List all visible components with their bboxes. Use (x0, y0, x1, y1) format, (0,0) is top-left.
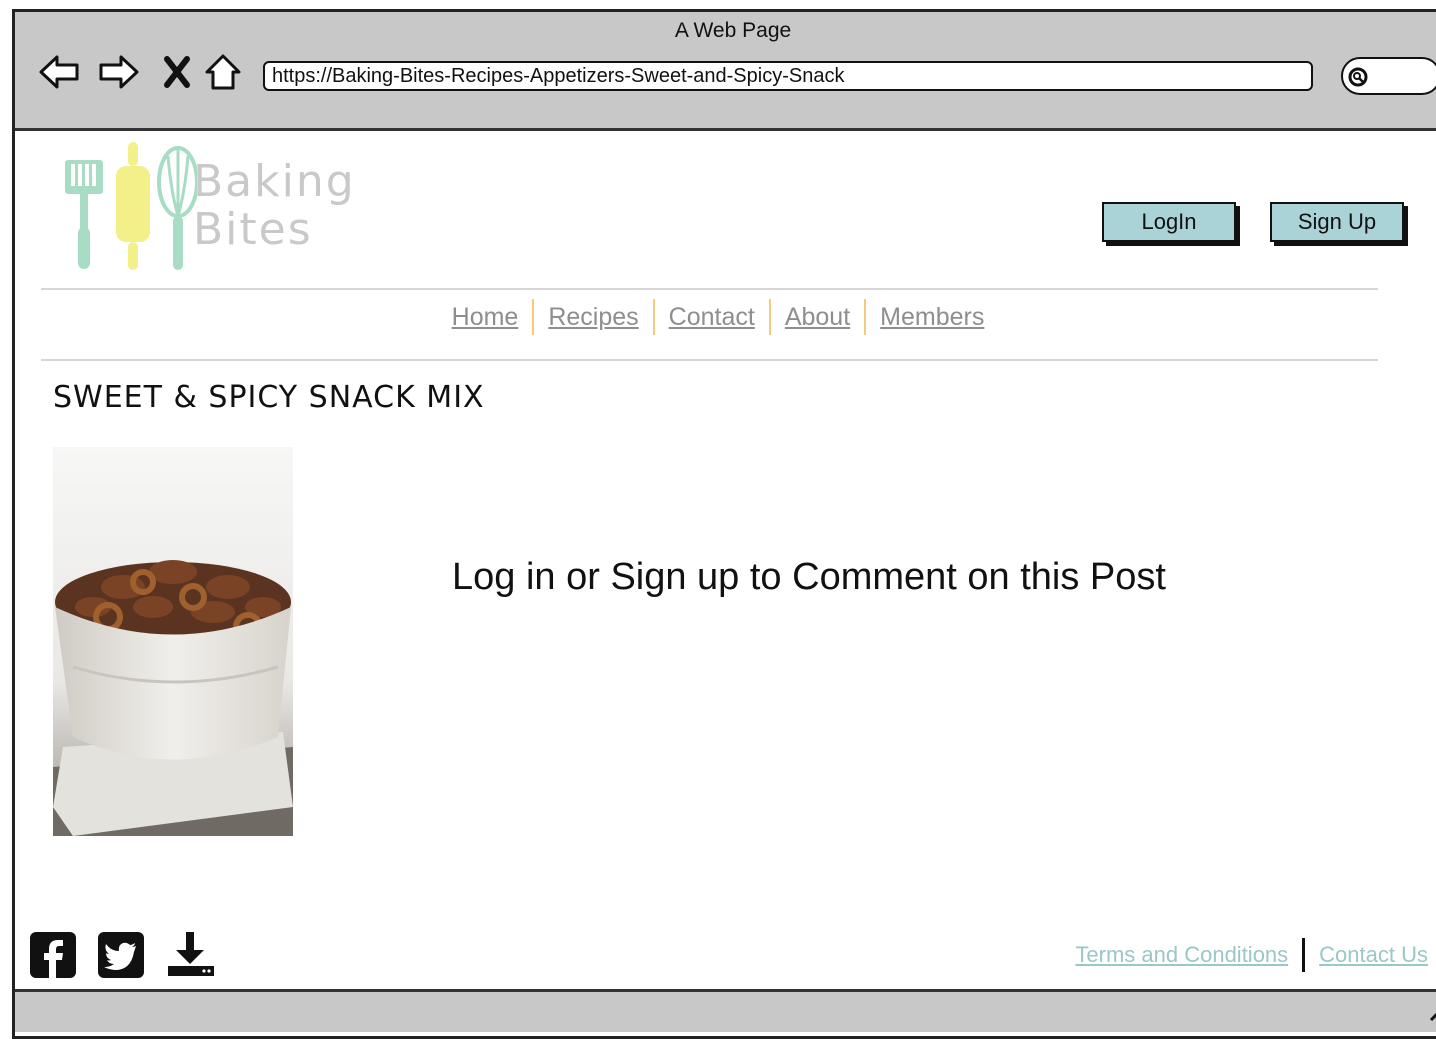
kitchen-utensils-icon (65, 142, 197, 270)
nav-item-home[interactable]: Home (438, 299, 535, 335)
footer-separator (1302, 938, 1306, 972)
nav-item-contact[interactable]: Contact (655, 299, 771, 335)
nav-item-about[interactable]: About (771, 299, 867, 335)
back-arrow-icon (39, 55, 79, 89)
browser-search-field[interactable] (1341, 57, 1436, 95)
close-icon (164, 56, 190, 88)
back-button[interactable] (37, 52, 81, 92)
logo-line-1: Baking (193, 156, 356, 207)
facebook-icon[interactable] (30, 932, 76, 978)
search-icon (1348, 67, 1368, 87)
logo-wordmark: Baking Bites (193, 158, 356, 254)
terms-link[interactable]: Terms and Conditions (1075, 942, 1288, 968)
comment-prompt: Log in or Sign up to Comment on this Pos… (452, 556, 1166, 598)
home-icon (205, 54, 241, 90)
nav-item-members[interactable]: Members (866, 299, 998, 335)
home-button[interactable] (201, 52, 245, 92)
baking-bites-logo[interactable]: Baking Bites (47, 132, 377, 272)
contact-us-link[interactable]: Contact Us (1319, 942, 1428, 968)
forward-button[interactable] (97, 52, 141, 92)
browser-toolbar: A Web Page https://Baking-Bites-Recipes-… (15, 12, 1436, 131)
window-title: A Web Page (674, 19, 792, 42)
nav-item-recipes[interactable]: Recipes (534, 299, 655, 335)
main-nav: Home Recipes Contact About Members (0, 299, 1436, 335)
nav-divider (41, 359, 1378, 361)
signup-button[interactable]: Sign Up (1270, 202, 1404, 242)
social-icons (30, 932, 216, 978)
footer-links: Terms and Conditions Contact Us (1075, 938, 1428, 972)
stop-button[interactable] (155, 52, 199, 92)
logo-line-2: Bites (193, 204, 313, 255)
header-divider (41, 288, 1378, 290)
forward-arrow-icon (99, 55, 139, 89)
address-bar[interactable]: https://Baking-Bites-Recipes-Appetizers-… (263, 61, 1313, 91)
download-icon[interactable] (166, 932, 216, 978)
resize-grip-icon[interactable] (1427, 1002, 1436, 1022)
login-button[interactable]: LogIn (1102, 202, 1236, 242)
snack-mix-photo (53, 447, 293, 836)
twitter-icon[interactable] (98, 932, 144, 978)
post-title: SWEET & SPICY SNACK MIX (53, 380, 485, 415)
